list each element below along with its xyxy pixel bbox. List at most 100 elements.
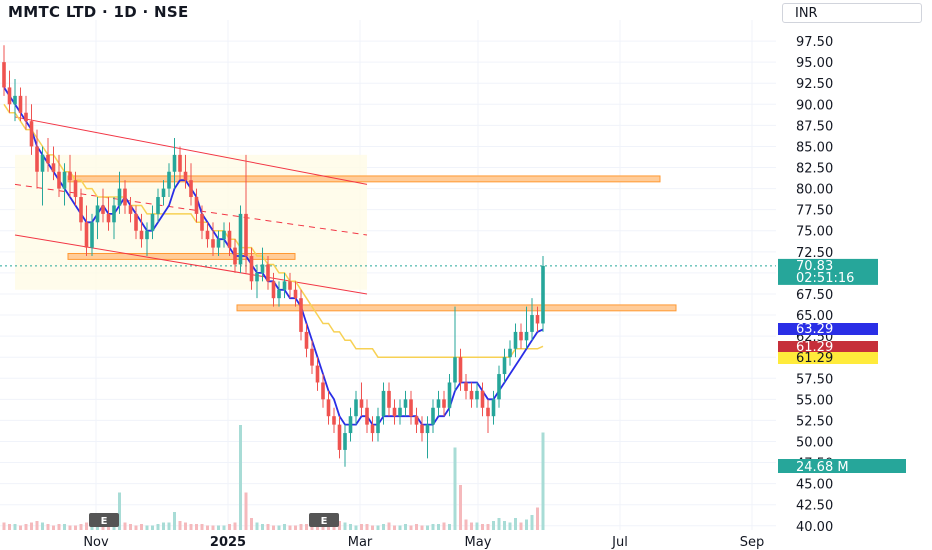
candle-body — [453, 357, 457, 383]
candle-body — [436, 399, 441, 408]
volume-bar — [448, 524, 451, 530]
candle-body — [255, 272, 259, 282]
candle-body — [277, 289, 281, 299]
volume-bar — [228, 524, 231, 530]
candle-body — [244, 213, 248, 257]
y-tick-label: 77.50 — [796, 204, 833, 219]
candle-body — [486, 407, 490, 417]
candle-body — [409, 399, 413, 417]
candle-body — [524, 331, 529, 341]
candle-body — [18, 95, 23, 113]
volume-bar — [475, 522, 479, 530]
y-tick-label: 57.50 — [796, 372, 833, 387]
x-tick-label: Mar — [348, 535, 373, 550]
volume-bar — [503, 521, 506, 530]
volume-bar — [349, 524, 352, 530]
volume-value: 24.68 M — [796, 460, 849, 475]
candle-body — [95, 205, 100, 223]
volume-bar — [272, 525, 275, 530]
y-tick-label: 87.50 — [796, 119, 833, 134]
volume-bar — [266, 524, 270, 530]
candle-body — [266, 264, 270, 282]
volume-bar — [536, 507, 539, 530]
y-tick-label: 82.50 — [796, 162, 833, 177]
volume-bar — [200, 524, 204, 530]
candle-body — [156, 197, 160, 214]
volume-bar — [541, 432, 545, 530]
candle-body — [458, 357, 463, 383]
ma-fast-value: 63.29 — [796, 322, 833, 337]
volume-bar — [123, 522, 127, 530]
volume-bar — [442, 522, 446, 530]
candle-body — [2, 62, 6, 88]
candle-body — [139, 230, 144, 240]
x-tick-label: Nov — [83, 535, 109, 550]
volume-bar — [398, 525, 402, 530]
candle-body — [13, 95, 17, 105]
ma-yellow-value: 61.29 — [796, 351, 833, 366]
candle-body — [337, 424, 342, 450]
candle-body — [282, 281, 287, 290]
candle-body — [348, 416, 353, 434]
candle-body — [222, 230, 226, 240]
candle-body — [354, 399, 358, 417]
volume-bar — [464, 519, 468, 530]
candle-body — [365, 407, 369, 425]
candle-body — [46, 154, 50, 164]
candle-body — [134, 213, 138, 231]
candle-body — [227, 230, 232, 248]
volume-bar — [129, 524, 132, 530]
volume-bar — [437, 524, 440, 530]
volume-bar — [35, 521, 39, 530]
candle-body — [381, 390, 386, 417]
x-tick-label: May — [465, 535, 492, 550]
volume-bar — [481, 524, 484, 530]
volume-bar — [519, 522, 523, 530]
candle-body — [183, 171, 188, 181]
x-tick-label: 2025 — [210, 535, 246, 550]
volume-bar — [222, 525, 226, 530]
time-axis: Nov 2025 Mar May Jul Sep — [83, 535, 764, 550]
volume-bar — [420, 525, 424, 530]
volume-bar — [409, 525, 413, 530]
candle-body — [326, 399, 331, 417]
candle-body — [29, 121, 34, 147]
volume-bar — [277, 525, 281, 530]
candle-body — [321, 382, 325, 400]
candle-body — [392, 407, 397, 417]
candle-body — [57, 171, 61, 189]
volume-bar — [239, 425, 242, 530]
volume-bar — [426, 525, 429, 530]
candle-body — [189, 180, 193, 198]
chart-canvas[interactable]: EE 40.0042.5045.0047.5050.0052.5055.0057… — [0, 0, 932, 550]
candle-body — [84, 222, 89, 248]
volume-bar — [206, 525, 209, 530]
candle-body — [431, 407, 435, 425]
volume-bar — [393, 525, 396, 530]
candle-body — [414, 416, 419, 425]
y-tick-label: 40.00 — [796, 520, 833, 535]
volume-bar — [415, 524, 418, 530]
volume-bar — [74, 525, 77, 530]
volume-bar — [173, 512, 176, 530]
volume-bar — [217, 525, 220, 530]
volume-bar — [387, 522, 391, 530]
volume-bar — [189, 524, 193, 530]
volume-bar — [404, 524, 407, 530]
volume-bar — [486, 524, 490, 530]
currency-selector[interactable]: INR — [782, 3, 922, 23]
candle-body — [332, 416, 336, 425]
candle-body — [211, 239, 215, 248]
volume-bar — [8, 524, 11, 530]
volume-bar — [19, 525, 22, 530]
volume-bars — [2, 425, 545, 530]
candle-body — [167, 171, 171, 189]
y-tick-label: 52.50 — [796, 414, 833, 429]
candle-body — [150, 213, 155, 231]
candle-body — [535, 315, 540, 324]
volume-bar — [261, 524, 264, 530]
candle-body — [475, 390, 479, 400]
volume-bar — [525, 519, 528, 530]
candle-body — [508, 348, 512, 358]
candle-body — [101, 205, 105, 214]
